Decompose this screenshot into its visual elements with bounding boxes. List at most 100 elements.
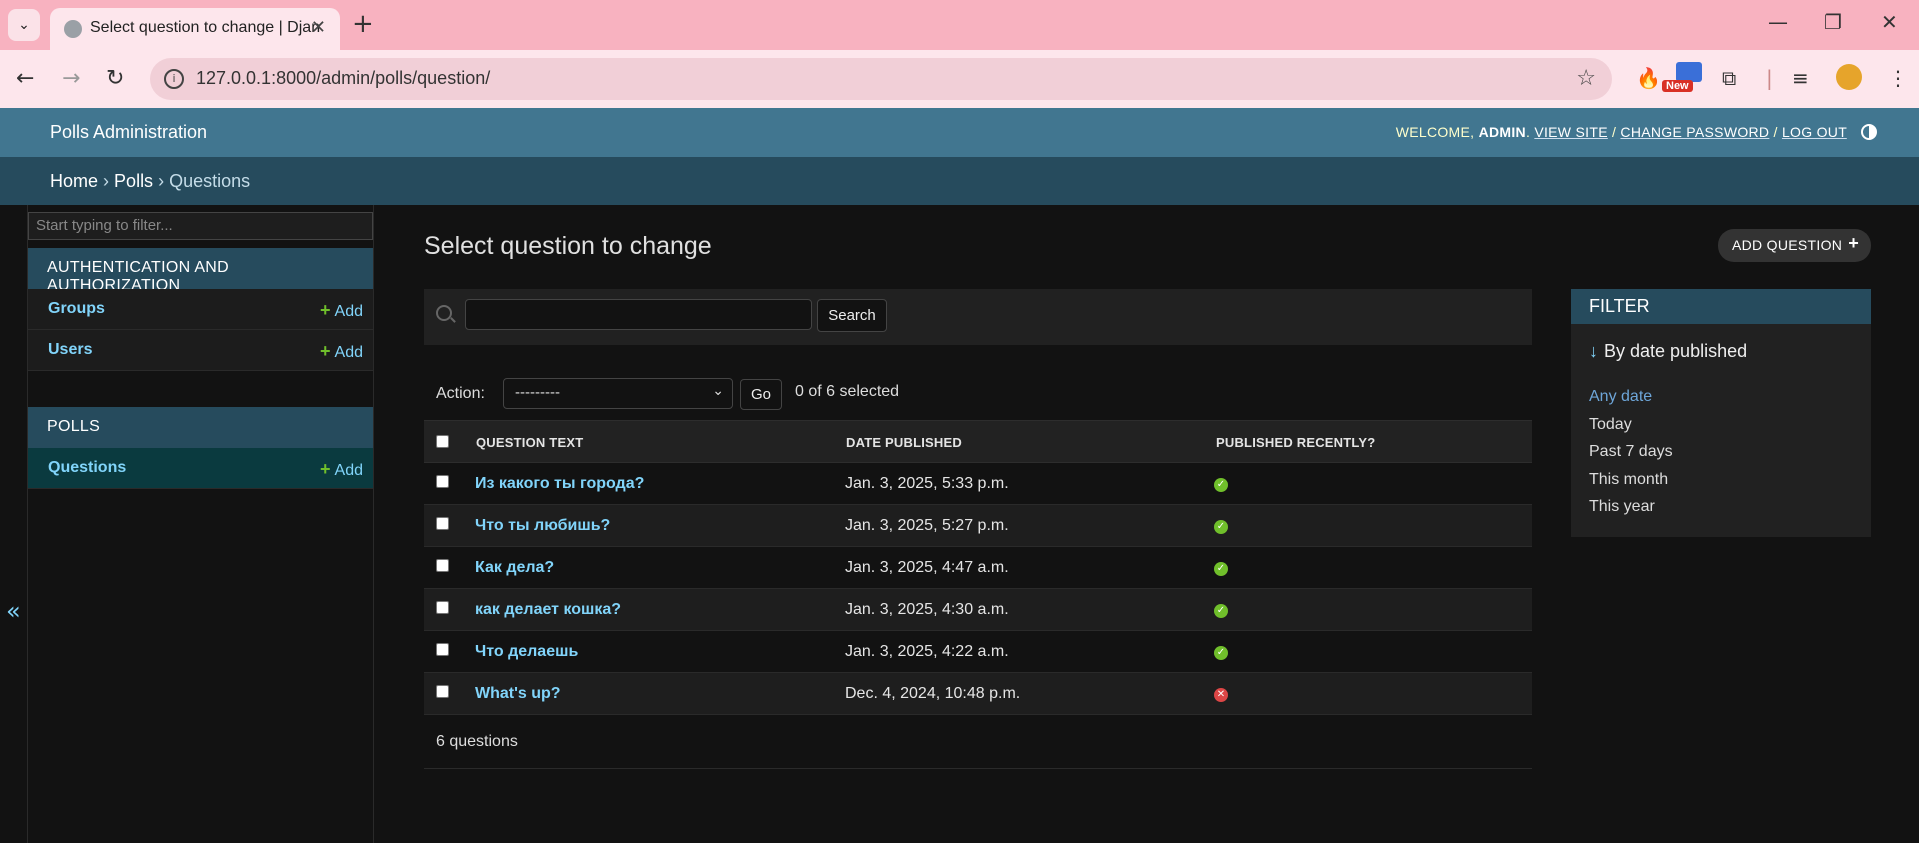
site-branding[interactable]: Polls Administration bbox=[50, 122, 207, 143]
add-group-link[interactable]: + Add bbox=[320, 300, 363, 321]
url-text[interactable]: 127.0.0.1:8000/admin/polls/question/ bbox=[196, 68, 490, 89]
profile-avatar[interactable] bbox=[1836, 64, 1862, 90]
browser-menu-icon[interactable]: ⋮ bbox=[1888, 66, 1908, 90]
date-published-cell: Dec. 4, 2024, 10:48 p.m. bbox=[845, 685, 1021, 702]
chevron-down-icon: ⌄ bbox=[712, 382, 724, 398]
search-button[interactable]: Search bbox=[817, 299, 887, 332]
column-published-recently: PUBLISHED RECENTLY? bbox=[1216, 435, 1376, 450]
browser-tab-bar: ⌄ Select question to change | Django ✕ +… bbox=[0, 0, 1919, 50]
filter-option-today[interactable]: Today bbox=[1589, 416, 1632, 434]
breadcrumb-current: Questions bbox=[169, 171, 251, 191]
table-row: Как дела? Jan. 3, 2025, 4:47 a.m. ✓ bbox=[424, 547, 1532, 589]
table-row: Что ты любишь? Jan. 3, 2025, 5:27 p.m. ✓ bbox=[424, 505, 1532, 547]
row-select-checkbox[interactable] bbox=[436, 685, 449, 698]
add-label: Add bbox=[334, 462, 363, 479]
log-out-link[interactable]: LOG OUT bbox=[1782, 124, 1847, 140]
column-date-published[interactable]: DATE PUBLISHED bbox=[846, 435, 962, 450]
page-title: Select question to change bbox=[424, 232, 712, 260]
question-text-link[interactable]: Что делаешь bbox=[475, 643, 578, 661]
table-row: Из какого ты города? Jan. 3, 2025, 5:33 p… bbox=[424, 463, 1532, 505]
reload-icon[interactable]: ↻ bbox=[106, 66, 124, 91]
filter-title: FILTER bbox=[1571, 289, 1871, 324]
result-list: QUESTION TEXT DATE PUBLISHED PUBLISHED R… bbox=[424, 420, 1532, 715]
date-published-cell: Jan. 3, 2025, 4:22 a.m. bbox=[845, 643, 1009, 660]
new-tab-button[interactable]: + bbox=[352, 10, 374, 38]
add-question-button[interactable]: ADD QUESTION + bbox=[1718, 229, 1871, 262]
search-input[interactable] bbox=[465, 299, 812, 330]
question-text-link[interactable]: как делает кошка? bbox=[475, 601, 621, 619]
extensions-puzzle-icon[interactable]: ⧉ bbox=[1722, 66, 1736, 90]
media-control-icon[interactable]: ≡ bbox=[1792, 66, 1809, 90]
extension-new-icon[interactable] bbox=[1676, 62, 1702, 82]
view-site-link[interactable]: VIEW SITE bbox=[1534, 124, 1608, 140]
site-info-icon[interactable]: i bbox=[164, 69, 184, 89]
select-all-checkbox[interactable] bbox=[436, 435, 449, 448]
selection-counter: 0 of 6 selected bbox=[795, 383, 900, 400]
module-polls-caption[interactable]: POLLS bbox=[28, 407, 373, 448]
change-password-link[interactable]: CHANGE PASSWORD bbox=[1620, 124, 1769, 140]
go-button[interactable]: Go bbox=[740, 379, 782, 410]
breadcrumb-home[interactable]: Home bbox=[50, 171, 98, 191]
question-text-link[interactable]: What's up? bbox=[475, 685, 561, 703]
back-icon[interactable]: ← bbox=[16, 66, 34, 91]
table-row: What's up? Dec. 4, 2024, 10:48 p.m. ✕ bbox=[424, 673, 1532, 715]
breadcrumb: Home › Polls › Questions bbox=[0, 157, 1919, 205]
sidebar-item-users-link[interactable]: Users bbox=[48, 341, 92, 359]
sidebar-item-groups-link[interactable]: Groups bbox=[48, 300, 105, 318]
add-question-link[interactable]: + Add bbox=[320, 459, 363, 480]
theme-toggle-icon[interactable] bbox=[1861, 124, 1877, 140]
new-badge: New bbox=[1662, 80, 1693, 92]
extension-flame-icon[interactable]: 🔥 bbox=[1636, 66, 1661, 90]
question-text-link[interactable]: Как дела? bbox=[475, 559, 554, 577]
row-select-checkbox[interactable] bbox=[436, 601, 449, 614]
close-tab-icon[interactable]: ✕ bbox=[311, 17, 326, 38]
filter-option-past-7-days[interactable]: Past 7 days bbox=[1589, 443, 1673, 461]
search-toolbar: Search bbox=[424, 289, 1532, 345]
check-icon: ✓ bbox=[1214, 604, 1228, 618]
bookmark-star-icon[interactable]: ☆ bbox=[1576, 66, 1596, 91]
breadcrumb-polls[interactable]: Polls bbox=[114, 171, 153, 191]
restore-icon[interactable]: ❐ bbox=[1824, 10, 1842, 34]
address-bar[interactable]: i 127.0.0.1:8000/admin/polls/question/ ☆ bbox=[150, 58, 1612, 100]
date-published-cell: Jan. 3, 2025, 5:27 p.m. bbox=[845, 517, 1009, 534]
nav-filter-input[interactable]: Start typing to filter... bbox=[28, 212, 373, 240]
plus-icon: + bbox=[1848, 233, 1859, 253]
module-auth-caption[interactable]: AUTHENTICATION AND AUTHORIZATION bbox=[28, 248, 373, 294]
filter-heading-label: By date published bbox=[1604, 341, 1748, 361]
sidebar-item-questions-link[interactable]: Questions bbox=[48, 459, 126, 477]
browser-tab[interactable]: Select question to change | Django ✕ bbox=[50, 8, 340, 50]
date-published-cell: Jan. 3, 2025, 4:47 a.m. bbox=[845, 559, 1009, 576]
add-user-link[interactable]: + Add bbox=[320, 341, 363, 362]
sidebar-item-questions: Questions + Add bbox=[28, 448, 373, 489]
add-label: Add bbox=[334, 344, 363, 361]
action-select[interactable]: --------- ⌄ bbox=[503, 378, 733, 409]
row-select-checkbox[interactable] bbox=[436, 475, 449, 488]
user-tools: WELCOME, ADMIN. VIEW SITE / CHANGE PASSW… bbox=[1396, 124, 1877, 140]
question-text-link[interactable]: Из какого ты города? bbox=[475, 475, 644, 493]
row-select-checkbox[interactable] bbox=[436, 643, 449, 656]
table-row: как делает кошка? Jan. 3, 2025, 4:30 a.m.… bbox=[424, 589, 1532, 631]
filter-heading[interactable]: ↓ By date published bbox=[1589, 341, 1747, 362]
nav-sidebar: Start typing to filter... AUTHENTICATION… bbox=[28, 205, 374, 843]
tab-title: Select question to change | Django bbox=[90, 19, 320, 36]
collapse-sidebar-icon[interactable]: « bbox=[6, 597, 21, 625]
filter-option-any-date[interactable]: Any date bbox=[1589, 388, 1652, 406]
favicon-icon bbox=[64, 20, 82, 38]
welcome-text: WELCOME, bbox=[1395, 124, 1475, 140]
filter-option-this-year[interactable]: This year bbox=[1589, 498, 1655, 516]
question-text-link[interactable]: Что ты любишь? bbox=[475, 517, 610, 535]
tab-search-button[interactable]: ⌄ bbox=[8, 9, 40, 41]
sidebar-item-groups: Groups + Add bbox=[28, 289, 373, 330]
date-published-cell: Jan. 3, 2025, 4:30 a.m. bbox=[845, 601, 1009, 618]
close-window-icon[interactable]: ✕ bbox=[1881, 10, 1898, 34]
column-question-text[interactable]: QUESTION TEXT bbox=[476, 435, 583, 450]
filter-option-this-month[interactable]: This month bbox=[1589, 471, 1668, 489]
breadcrumb-separator: › bbox=[103, 171, 110, 191]
row-select-checkbox[interactable] bbox=[436, 559, 449, 572]
add-icon: + bbox=[320, 300, 331, 320]
minimize-icon[interactable]: — bbox=[1768, 10, 1788, 34]
check-icon: ✓ bbox=[1214, 646, 1228, 660]
forward-icon[interactable]: → bbox=[62, 66, 80, 91]
row-select-checkbox[interactable] bbox=[436, 517, 449, 530]
toggle-sidebar-button[interactable]: « bbox=[0, 205, 28, 843]
